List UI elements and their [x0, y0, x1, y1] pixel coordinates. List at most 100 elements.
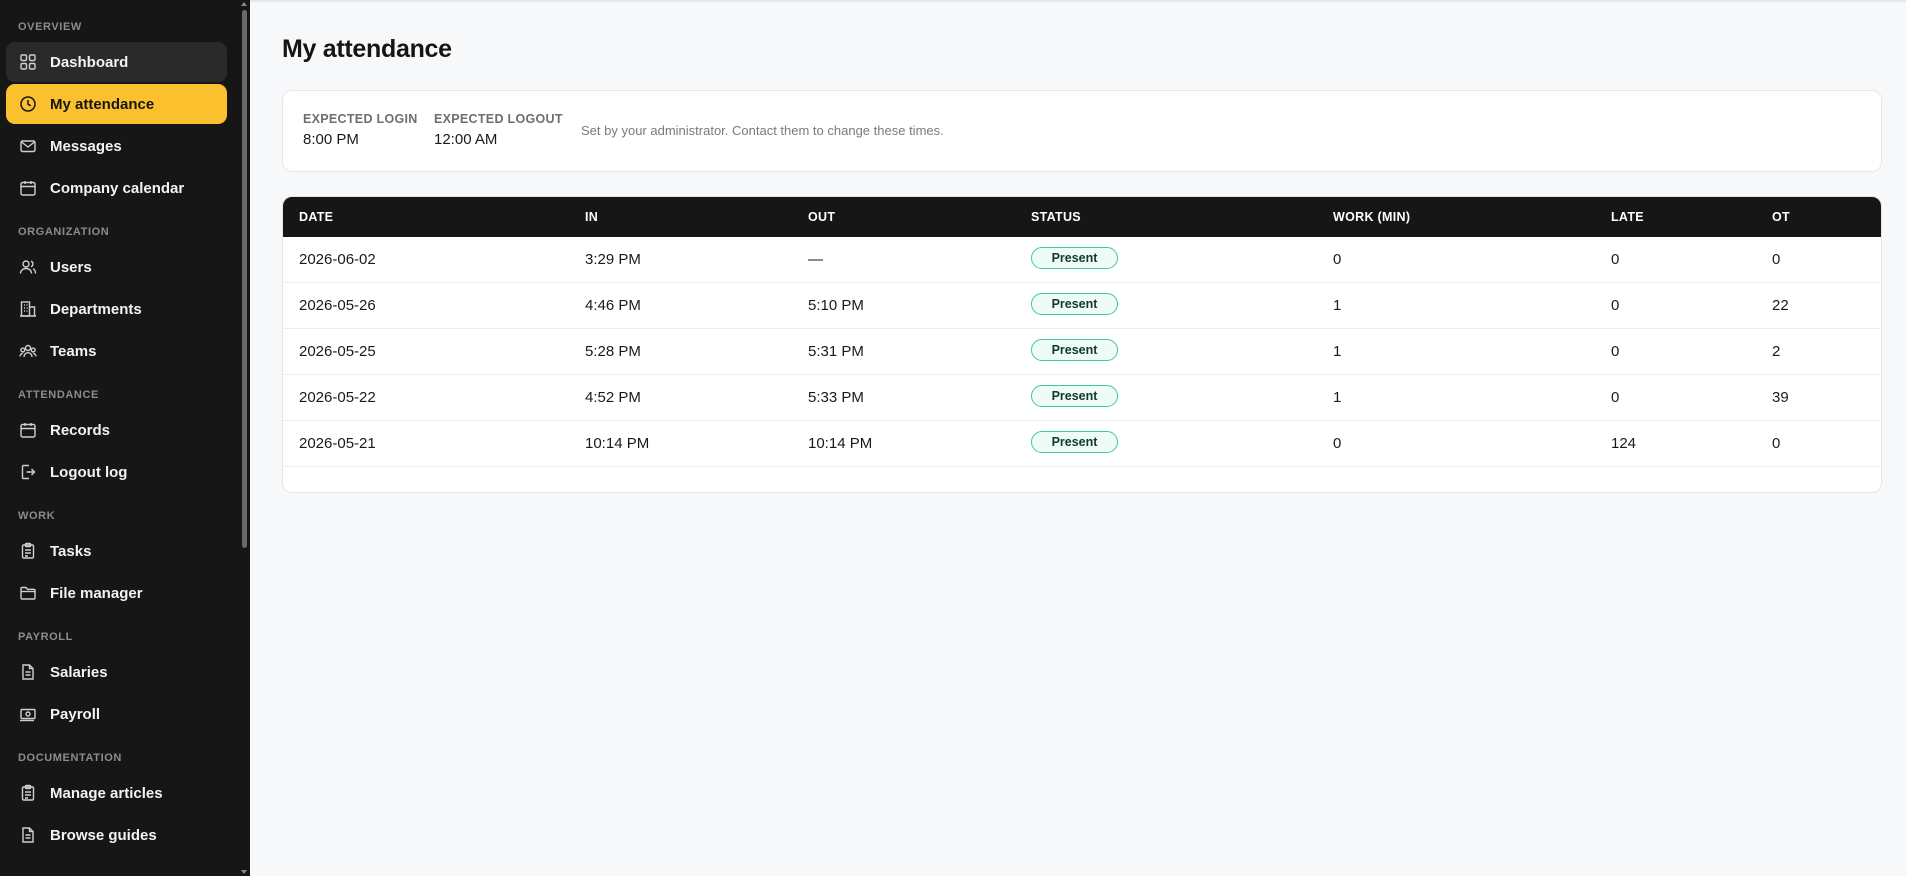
cell-out: 5:10 PM: [808, 297, 864, 314]
cell-ot: 2: [1772, 343, 1781, 360]
cell-ot: 39: [1772, 389, 1789, 406]
clipboard-icon: [19, 784, 37, 802]
column-header-work[interactable]: WORK (MIN): [1333, 210, 1410, 224]
cell-date: 2026-05-22: [299, 389, 376, 406]
document-icon: [19, 663, 37, 681]
section-label-documentation: DOCUMENTATION: [18, 752, 122, 764]
section-label-attendance: ATTENDANCE: [18, 389, 99, 401]
page-title: My attendance: [282, 35, 452, 63]
grid-icon: [19, 53, 37, 71]
sidebar-item-users[interactable]: Users: [6, 247, 227, 287]
document-icon: [19, 826, 37, 844]
sidebar-item-label: Messages: [50, 137, 122, 155]
status-badge: Present: [1031, 385, 1118, 407]
cell-work: 0: [1333, 435, 1342, 452]
scrollbar-thumb[interactable]: [242, 10, 247, 548]
mail-icon: [19, 137, 37, 155]
table-row: 2026-05-22 4:52 PM 5:33 PM Present 1 0 3…: [283, 375, 1881, 421]
cell-in: 10:14 PM: [585, 435, 650, 452]
cell-date: 2026-05-25: [299, 343, 376, 360]
sidebar-item-label: Departments: [50, 300, 142, 318]
sidebar-item-my-attendance[interactable]: My attendance: [6, 84, 227, 124]
team-icon: [19, 342, 37, 360]
expected-logout-value: 12:00 AM: [434, 131, 498, 148]
sidebar-item-browse-guides[interactable]: Browse guides: [6, 815, 227, 855]
sidebar-item-company-calendar[interactable]: Company calendar: [6, 168, 227, 208]
sidebar-item-label: Tasks: [50, 542, 92, 560]
column-header-status[interactable]: STATUS: [1031, 210, 1081, 224]
cell-late: 0: [1611, 343, 1620, 360]
cell-late: 124: [1611, 435, 1637, 452]
cell-in: 5:28 PM: [585, 343, 641, 360]
logout-icon: [19, 463, 37, 481]
sidebar-item-label: Dashboard: [50, 53, 129, 71]
status-badge: Present: [1031, 293, 1118, 315]
sidebar-item-tasks[interactable]: Tasks: [6, 531, 227, 571]
cell-in: 3:29 PM: [585, 251, 641, 268]
sidebar: OVERVIEW Dashboard My attendance Message…: [0, 0, 250, 876]
table-row: 2026-05-21 10:14 PM 10:14 PM Present 0 1…: [283, 421, 1881, 467]
sidebar-item-label: Logout log: [50, 463, 128, 481]
status-badge: Present: [1031, 431, 1118, 453]
cell-out: 5:31 PM: [808, 343, 864, 360]
folder-icon: [19, 584, 37, 602]
cell-late: 0: [1611, 389, 1620, 406]
users-icon: [19, 258, 37, 276]
expected-times-card: EXPECTED LOGIN 8:00 PM EXPECTED LOGOUT 1…: [282, 90, 1882, 172]
sidebar-item-manage-articles[interactable]: Manage articles: [6, 773, 227, 813]
cell-out: 5:33 PM: [808, 389, 864, 406]
sidebar-item-label: File manager: [50, 584, 143, 602]
expected-times-note: Set by your administrator. Contact them …: [581, 123, 944, 138]
sidebar-item-label: Salaries: [50, 663, 108, 681]
expected-logout-label: EXPECTED LOGOUT: [434, 112, 563, 126]
cell-ot: 0: [1772, 435, 1781, 452]
building-icon: [19, 300, 37, 318]
column-header-out[interactable]: OUT: [808, 210, 835, 224]
cell-in: 4:52 PM: [585, 389, 641, 406]
section-label-overview: OVERVIEW: [18, 21, 82, 33]
cell-late: 0: [1611, 251, 1620, 268]
sidebar-item-payroll[interactable]: Payroll: [6, 694, 227, 734]
section-label-work: WORK: [18, 510, 56, 522]
sidebar-item-dashboard[interactable]: Dashboard: [6, 42, 227, 82]
column-header-late[interactable]: LATE: [1611, 210, 1644, 224]
sidebar-item-salaries[interactable]: Salaries: [6, 652, 227, 692]
cell-ot: 0: [1772, 251, 1781, 268]
section-label-payroll: PAYROLL: [18, 631, 73, 643]
cell-date: 2026-05-26: [299, 297, 376, 314]
attendance-table: DATE IN OUT STATUS WORK (MIN) LATE OT 20…: [282, 196, 1882, 493]
cell-date: 2026-06-02: [299, 251, 376, 268]
sidebar-scrollbar[interactable]: [240, 0, 248, 876]
cell-in: 4:46 PM: [585, 297, 641, 314]
cell-late: 0: [1611, 297, 1620, 314]
cell-work: 1: [1333, 389, 1342, 406]
table-row: 2026-05-26 4:46 PM 5:10 PM Present 1 0 2…: [283, 283, 1881, 329]
cell-ot: 22: [1772, 297, 1789, 314]
cell-out: 10:14 PM: [808, 435, 873, 452]
clock-icon: [19, 95, 37, 113]
cell-date: 2026-05-21: [299, 435, 376, 452]
column-header-ot[interactable]: OT: [1772, 210, 1790, 224]
sidebar-item-messages[interactable]: Messages: [6, 126, 227, 166]
status-badge: Present: [1031, 339, 1118, 361]
sidebar-item-file-manager[interactable]: File manager: [6, 573, 227, 613]
scroll-down-icon[interactable]: [241, 870, 247, 874]
expected-login-label: EXPECTED LOGIN: [303, 112, 418, 126]
table-row: 2026-06-02 3:29 PM — Present 0 0 0: [283, 237, 1881, 283]
table-header: DATE IN OUT STATUS WORK (MIN) LATE OT: [283, 197, 1881, 237]
column-header-in[interactable]: IN: [585, 210, 598, 224]
sidebar-item-label: Payroll: [50, 705, 101, 723]
sidebar-item-logout-log[interactable]: Logout log: [6, 452, 227, 492]
calendar-icon: [19, 179, 37, 197]
sidebar-item-records[interactable]: Records: [6, 410, 227, 450]
expected-login: EXPECTED LOGIN 8:00 PM: [303, 112, 418, 148]
sidebar-item-teams[interactable]: Teams: [6, 331, 227, 371]
column-header-date[interactable]: DATE: [299, 210, 333, 224]
sidebar-item-label: Manage articles: [50, 784, 163, 802]
sidebar-item-label: Users: [50, 258, 92, 276]
scroll-up-icon[interactable]: [241, 2, 247, 6]
sidebar-item-departments[interactable]: Departments: [6, 289, 227, 329]
sidebar-item-label: Records: [50, 421, 111, 439]
sidebar-item-label: My attendance: [50, 95, 155, 113]
cell-work: 0: [1333, 251, 1342, 268]
